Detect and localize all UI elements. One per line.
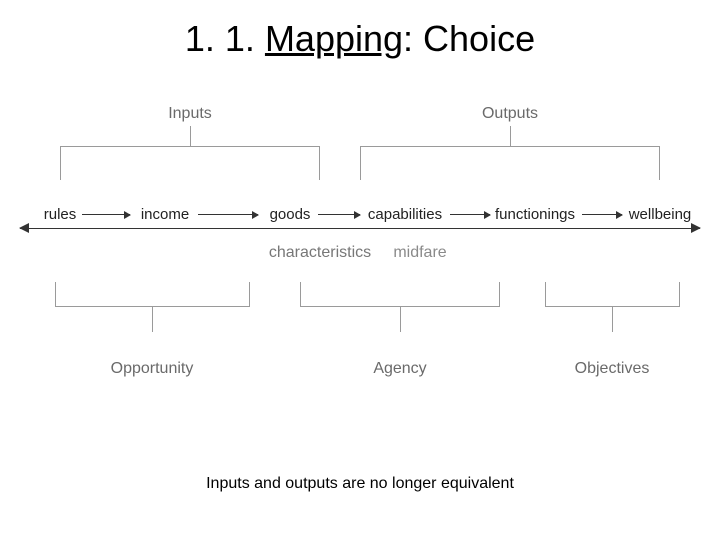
axis-arrow bbox=[20, 228, 700, 229]
label-opportunity: Opportunity bbox=[111, 360, 194, 378]
label-objectives: Objectives bbox=[575, 360, 650, 378]
label-agency: Agency bbox=[373, 360, 426, 378]
bracket-opportunity bbox=[55, 282, 250, 332]
bracket-agency bbox=[300, 282, 500, 332]
title-suffix: : Choice bbox=[403, 18, 535, 59]
label-characteristics: characteristics bbox=[269, 244, 371, 262]
node-functionings: functionings bbox=[495, 206, 575, 223]
label-inputs: Inputs bbox=[168, 105, 212, 123]
label-midfare: midfare bbox=[393, 244, 446, 262]
title-prefix: 1. 1. bbox=[185, 18, 265, 59]
slide: 1. 1. Mapping: Choice Inputs Outputs rul… bbox=[0, 0, 720, 540]
arrow-income-goods bbox=[198, 214, 258, 215]
caption: Inputs and outputs are no longer equival… bbox=[0, 475, 720, 493]
bracket-inputs bbox=[60, 130, 320, 180]
arrow-rules-income bbox=[82, 214, 130, 215]
label-outputs: Outputs bbox=[482, 105, 538, 123]
bracket-objectives bbox=[545, 282, 680, 332]
arrow-functionings-wellbeing bbox=[582, 214, 622, 215]
bracket-outputs bbox=[360, 130, 660, 180]
title-underlined: Mapping bbox=[265, 18, 403, 59]
arrow-capabilities-functionings bbox=[450, 214, 490, 215]
node-rules: rules bbox=[44, 206, 77, 223]
node-capabilities: capabilities bbox=[368, 206, 442, 223]
arrow-goods-capabilities bbox=[318, 214, 360, 215]
node-goods: goods bbox=[270, 206, 311, 223]
slide-title: 1. 1. Mapping: Choice bbox=[0, 18, 720, 60]
node-income: income bbox=[141, 206, 189, 223]
node-wellbeing: wellbeing bbox=[629, 206, 692, 223]
